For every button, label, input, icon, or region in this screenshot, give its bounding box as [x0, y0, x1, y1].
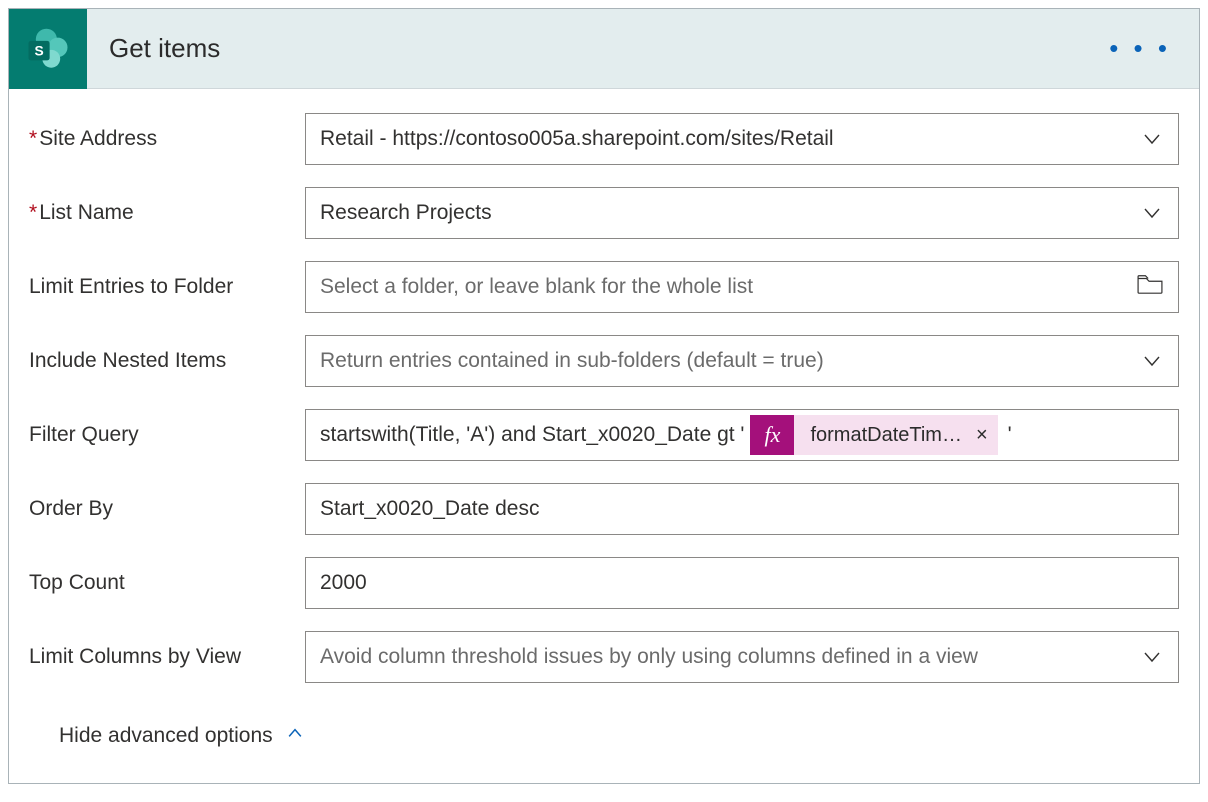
card-body: *Site Address Retail - https://contoso00…	[9, 89, 1199, 783]
chevron-down-icon	[1126, 201, 1164, 225]
folder-picker-icon[interactable]	[1136, 273, 1164, 301]
include-nested-dropdown[interactable]: Return entries contained in sub-folders …	[305, 335, 1179, 387]
advanced-options-toggle[interactable]: Hide advanced options	[29, 705, 1179, 773]
limit-columns-dropdown[interactable]: Avoid column threshold issues by only us…	[305, 631, 1179, 683]
card-menu-button[interactable]: • • •	[1109, 33, 1171, 64]
label-order-by: Order By	[29, 483, 305, 521]
chevron-down-icon	[1126, 349, 1164, 373]
label-list-name: *List Name	[29, 187, 305, 225]
expression-label: formatDateTim…	[810, 424, 962, 447]
label-list-name-text: List Name	[39, 201, 134, 224]
include-nested-placeholder: Return entries contained in sub-folders …	[320, 349, 1126, 373]
list-name-value: Research Projects	[320, 201, 1126, 225]
limit-columns-placeholder: Avoid column threshold issues by only us…	[320, 645, 1126, 669]
expression-remove-icon[interactable]: ×	[976, 424, 988, 447]
site-address-dropdown[interactable]: Retail - https://contoso005a.sharepoint.…	[305, 113, 1179, 165]
sharepoint-icon: S	[9, 9, 87, 89]
svg-text:S: S	[34, 42, 43, 58]
card-header: S Get items • • •	[9, 9, 1199, 89]
required-marker: *	[29, 127, 37, 150]
row-list-name: *List Name Research Projects	[29, 187, 1179, 239]
chevron-down-icon	[1126, 645, 1164, 669]
top-count-input[interactable]: 2000	[305, 557, 1179, 609]
filter-query-input[interactable]: startswith(Title, 'A') and Start_x0020_D…	[305, 409, 1179, 461]
label-limit-columns: Limit Columns by View	[29, 631, 305, 669]
filter-query-text: startswith(Title, 'A') and Start_x0020_D…	[320, 423, 744, 447]
label-limit-folder: Limit Entries to Folder	[29, 261, 305, 299]
filter-query-text-after: '	[1008, 423, 1012, 447]
card-title: Get items	[109, 33, 1109, 64]
row-filter-query: Filter Query startswith(Title, 'A') and …	[29, 409, 1179, 461]
site-address-value: Retail - https://contoso005a.sharepoint.…	[320, 127, 1126, 151]
label-filter-query: Filter Query	[29, 409, 305, 447]
label-site-address-text: Site Address	[39, 127, 157, 150]
fx-icon: fx	[750, 415, 794, 455]
row-limit-columns: Limit Columns by View Avoid column thres…	[29, 631, 1179, 683]
row-include-nested: Include Nested Items Return entries cont…	[29, 335, 1179, 387]
top-count-value: 2000	[320, 571, 1164, 595]
list-name-dropdown[interactable]: Research Projects	[305, 187, 1179, 239]
order-by-input[interactable]: Start_x0020_Date desc	[305, 483, 1179, 535]
label-include-nested: Include Nested Items	[29, 335, 305, 373]
required-marker: *	[29, 201, 37, 224]
limit-folder-input[interactable]: Select a folder, or leave blank for the …	[305, 261, 1179, 313]
action-card: S Get items • • • *Site Address Retail -…	[8, 8, 1200, 784]
row-site-address: *Site Address Retail - https://contoso00…	[29, 113, 1179, 165]
expression-token[interactable]: fx formatDateTim… ×	[750, 415, 997, 455]
limit-folder-placeholder: Select a folder, or leave blank for the …	[320, 275, 1136, 299]
row-order-by: Order By Start_x0020_Date desc	[29, 483, 1179, 535]
row-limit-folder: Limit Entries to Folder Select a folder,…	[29, 261, 1179, 313]
row-top-count: Top Count 2000	[29, 557, 1179, 609]
advanced-options-label: Hide advanced options	[59, 724, 273, 748]
chevron-down-icon	[1126, 127, 1164, 151]
label-site-address: *Site Address	[29, 113, 305, 151]
order-by-value: Start_x0020_Date desc	[320, 497, 1164, 521]
chevron-up-icon	[285, 723, 305, 749]
label-top-count: Top Count	[29, 557, 305, 595]
